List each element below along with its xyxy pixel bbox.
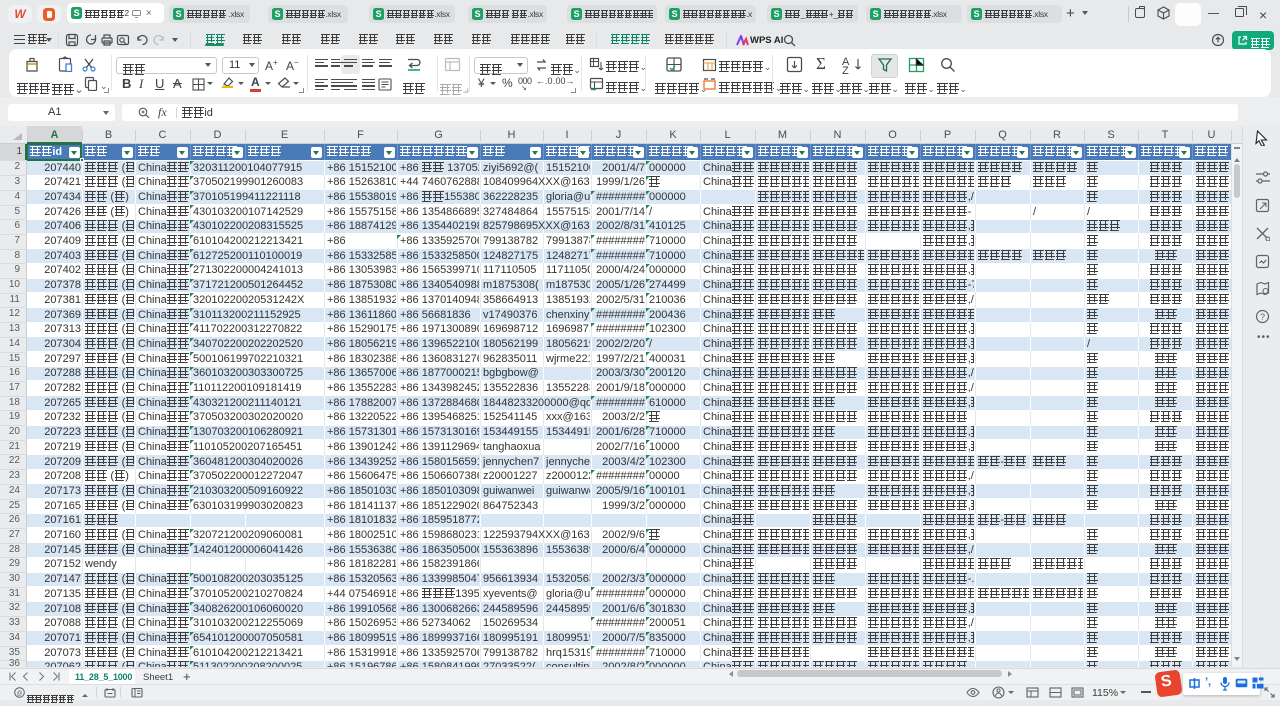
svg-text:@: @ [17, 691, 23, 697]
svg-text:?: ? [1260, 312, 1265, 322]
